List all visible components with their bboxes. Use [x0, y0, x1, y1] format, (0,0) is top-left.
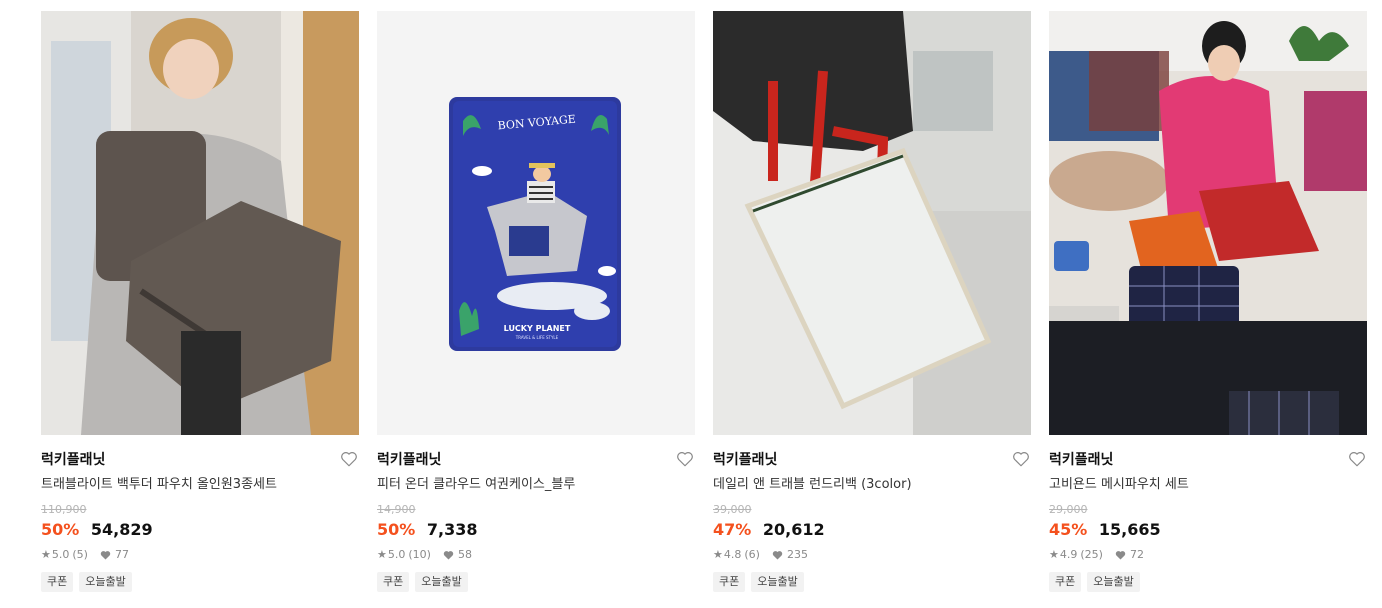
original-price: 110,900 [41, 503, 87, 516]
original-price: 39,000 [713, 503, 752, 516]
review-count: (6) [744, 548, 760, 561]
product-image[interactable] [713, 11, 1031, 435]
like-count: 58 [457, 548, 472, 561]
brand-name[interactable]: 럭키플래닛 [377, 450, 695, 470]
sale-price: 15,665 [1098, 520, 1161, 539]
rating-value: 4.8 [723, 548, 742, 561]
case-brand-text: LUCKY PLANET [504, 324, 571, 333]
product-meta: ★ 4.8 (6) 235 [713, 548, 1031, 562]
heart-outline-icon[interactable] [1012, 450, 1030, 468]
discount-rate: 45% [1049, 520, 1088, 539]
product-meta: ★ 5.0 (10) 58 [377, 548, 695, 562]
heart-outline-icon[interactable] [1348, 450, 1366, 468]
discount-rate: 50% [377, 520, 416, 539]
brand-name[interactable]: 럭키플래닛 [1049, 450, 1367, 470]
star-icon: ★ [1049, 548, 1059, 561]
sale-price: 54,829 [90, 520, 153, 539]
price-row: 50% 54,829 [41, 519, 359, 541]
star-icon: ★ [41, 548, 51, 561]
product-title[interactable]: 피터 온더 클라우드 여권케이스_블루 [377, 476, 695, 494]
rating-value: 5.0 [51, 548, 70, 561]
discount-rate: 50% [41, 520, 80, 539]
heart-filled-icon [772, 551, 783, 560]
product-meta: ★ 5.0 (5) 77 [41, 548, 359, 562]
product-meta: ★ 4.9 (25) 72 [1049, 548, 1367, 562]
original-price: 14,900 [377, 503, 416, 516]
star-icon: ★ [377, 548, 387, 561]
product-card[interactable]: 럭키플래닛 데일리 앤 트래블 런드리백 (3color) 39,000 47%… [713, 11, 1031, 592]
brand-name[interactable]: 럭키플래닛 [713, 450, 1031, 470]
discount-rate: 47% [713, 520, 752, 539]
heart-outline-icon[interactable] [676, 450, 694, 468]
product-grid: 럭키플래닛 트래블라이트 백투더 파우치 올인원3종세트 110,900 50%… [41, 11, 1367, 592]
heart-outline-icon[interactable] [340, 450, 358, 468]
tag-list: 쿠폰 오늘출발 [377, 572, 695, 592]
original-price: 29,000 [1049, 503, 1088, 516]
coupon-tag: 쿠폰 [713, 572, 746, 592]
price-row: 50% 7,338 [377, 519, 695, 541]
product-image[interactable]: BON VOYAGE LUCKY PLANET TRAVEL & LIFE ST… [377, 11, 695, 435]
heart-filled-icon [100, 551, 111, 560]
product-title[interactable]: 고비욘드 메시파우치 세트 [1049, 476, 1367, 494]
sale-price: 7,338 [426, 520, 478, 539]
review-count: (10) [408, 548, 431, 561]
tag-list: 쿠폰 오늘출발 [1049, 572, 1367, 592]
star-icon: ★ [713, 548, 723, 561]
rating-value: 5.0 [387, 548, 406, 561]
case-sub-text: TRAVEL & LIFE STYLE [515, 335, 559, 340]
same-day-shipping-tag: 오늘출발 [1087, 572, 1140, 592]
product-card[interactable]: 럭키플래닛 트래블라이트 백투더 파우치 올인원3종세트 110,900 50%… [41, 11, 359, 592]
tag-list: 쿠폰 오늘출발 [713, 572, 1031, 592]
heart-filled-icon [443, 551, 454, 560]
like-count: 235 [786, 548, 808, 561]
product-title[interactable]: 트래블라이트 백투더 파우치 올인원3종세트 [41, 476, 359, 494]
sale-price: 20,612 [762, 520, 825, 539]
coupon-tag: 쿠폰 [377, 572, 410, 592]
price-row: 47% 20,612 [713, 519, 1031, 541]
product-image[interactable] [1049, 11, 1367, 435]
brand-name[interactable]: 럭키플래닛 [41, 450, 359, 470]
tag-list: 쿠폰 오늘출발 [41, 572, 359, 592]
product-card[interactable]: 럭키플래닛 고비욘드 메시파우치 세트 29,000 45% 15,665 ★ … [1049, 11, 1367, 592]
same-day-shipping-tag: 오늘출발 [751, 572, 804, 592]
heart-filled-icon [1115, 551, 1126, 560]
like-count: 77 [114, 548, 129, 561]
price-row: 45% 15,665 [1049, 519, 1367, 541]
rating-value: 4.9 [1059, 548, 1078, 561]
product-image[interactable] [41, 11, 359, 435]
coupon-tag: 쿠폰 [1049, 572, 1082, 592]
product-title[interactable]: 데일리 앤 트래블 런드리백 (3color) [713, 476, 1031, 494]
same-day-shipping-tag: 오늘출발 [415, 572, 468, 592]
product-card[interactable]: BON VOYAGE LUCKY PLANET TRAVEL & LIFE ST… [377, 11, 695, 592]
same-day-shipping-tag: 오늘출발 [79, 572, 132, 592]
review-count: (5) [72, 548, 88, 561]
review-count: (25) [1080, 548, 1103, 561]
like-count: 72 [1129, 548, 1144, 561]
coupon-tag: 쿠폰 [41, 572, 74, 592]
